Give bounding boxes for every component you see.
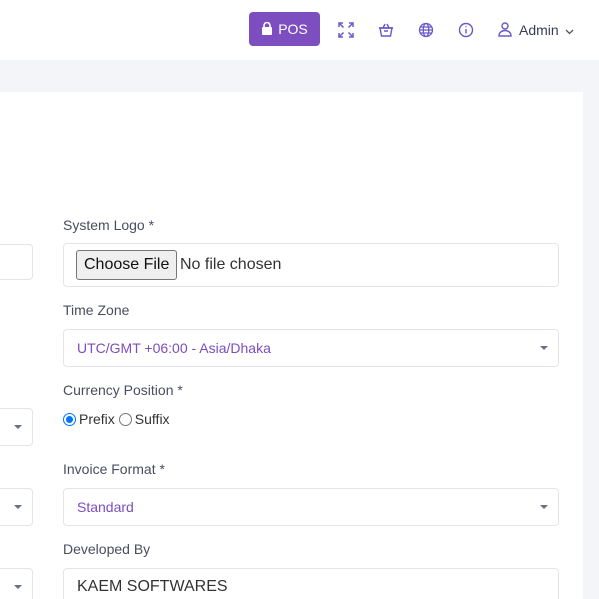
suffix-label[interactable]: Suffix bbox=[135, 411, 170, 427]
left-column-input[interactable] bbox=[0, 244, 33, 280]
user-icon bbox=[497, 21, 513, 40]
left-column-select[interactable] bbox=[0, 488, 33, 526]
developed-by-input[interactable]: KAEM SOFTWARES bbox=[63, 568, 559, 599]
pos-button[interactable]: POS bbox=[249, 12, 320, 46]
suffix-radio[interactable] bbox=[118, 412, 132, 426]
developed-by-label: Developed By bbox=[63, 541, 151, 557]
time-zone-value: UTC/GMT +06:00 - Asia/Dhaka bbox=[77, 340, 271, 356]
currency-position-radio-group: Prefix Suffix bbox=[63, 411, 174, 427]
left-column-select[interactable] bbox=[0, 568, 33, 599]
top-navbar: POS Admin bbox=[0, 0, 599, 60]
time-zone-label: Time Zone bbox=[63, 302, 130, 318]
choose-file-button[interactable]: Choose File bbox=[76, 250, 178, 280]
fullscreen-icon[interactable] bbox=[336, 20, 356, 40]
system-logo-label: System Logo * bbox=[63, 217, 155, 233]
prefix-label[interactable]: Prefix bbox=[79, 411, 115, 427]
caret-down-icon bbox=[14, 505, 22, 509]
system-logo-file-input: Choose File No file chosen bbox=[63, 243, 559, 287]
caret-down-icon bbox=[540, 505, 548, 509]
currency-position-label: Currency Position * bbox=[63, 382, 183, 398]
chevron-down-icon bbox=[565, 22, 574, 38]
prefix-radio[interactable] bbox=[63, 412, 76, 426]
developed-by-value: KAEM SOFTWARES bbox=[77, 578, 228, 595]
invoice-format-value: Standard bbox=[77, 499, 134, 515]
pos-button-label: POS bbox=[278, 21, 308, 37]
shopping-bag-icon bbox=[261, 22, 273, 36]
time-zone-select[interactable]: UTC/GMT +06:00 - Asia/Dhaka bbox=[63, 329, 559, 367]
globe-icon[interactable] bbox=[416, 20, 436, 40]
invoice-format-label: Invoice Format * bbox=[63, 461, 165, 477]
caret-down-icon bbox=[540, 346, 548, 350]
file-status-text: No file chosen bbox=[180, 256, 282, 273]
user-menu[interactable]: Admin bbox=[497, 18, 574, 42]
basket-icon[interactable] bbox=[376, 20, 396, 40]
invoice-format-select[interactable]: Standard bbox=[63, 488, 559, 526]
caret-down-icon bbox=[14, 585, 22, 589]
info-icon[interactable] bbox=[456, 20, 476, 40]
user-name: Admin bbox=[519, 22, 559, 38]
settings-card: System Logo * Choose File No file chosen… bbox=[0, 92, 583, 599]
caret-down-icon bbox=[14, 425, 22, 429]
left-column-select[interactable] bbox=[0, 408, 33, 446]
